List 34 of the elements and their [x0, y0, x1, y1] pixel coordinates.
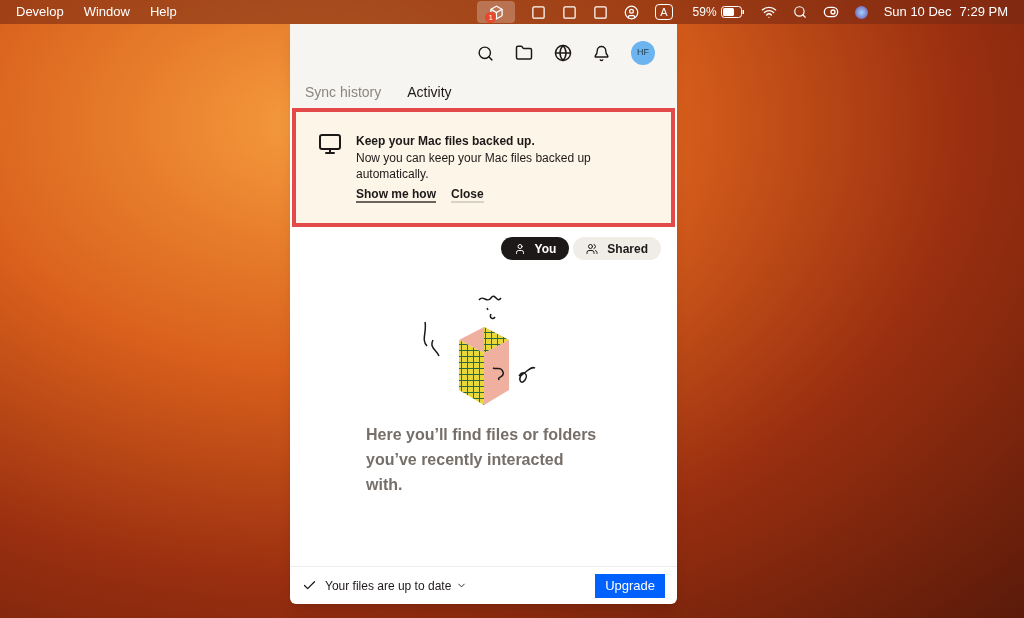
- notification-badge: 1: [485, 12, 497, 23]
- dropbox-status-icon[interactable]: 1: [477, 1, 516, 23]
- upgrade-button[interactable]: Upgrade: [595, 573, 665, 598]
- banner-body: Now you can keep your Mac files backed up automatically.: [356, 150, 592, 182]
- banner-title: Keep your Mac files backed up.: [356, 133, 536, 150]
- menu-item[interactable]: Develop: [16, 2, 64, 22]
- battery-percentage: 59%: [692, 4, 717, 21]
- siri-icon[interactable]: [854, 5, 868, 19]
- globe-icon[interactable]: [554, 44, 572, 62]
- notifications-icon[interactable]: [593, 44, 610, 62]
- filter-chip[interactable]: Shared: [573, 237, 661, 260]
- folder-icon[interactable]: [515, 44, 533, 62]
- user-avatar[interactable]: HF: [631, 41, 655, 65]
- person-icon: [513, 242, 526, 255]
- people-icon: [586, 242, 599, 255]
- input-source-indicator[interactable]: A: [655, 4, 673, 20]
- search-icon[interactable]: [792, 5, 807, 19]
- battery-icon[interactable]: [720, 6, 745, 18]
- box-icon: [488, 4, 504, 20]
- banner-link[interactable]: Close: [451, 187, 484, 203]
- menu-item[interactable]: Help: [149, 2, 177, 22]
- menu-bar-date: Sun 10 Dec: [883, 3, 952, 22]
- banner-link[interactable]: Show me how: [356, 187, 436, 203]
- menu-item[interactable]: Window: [83, 2, 130, 22]
- control-center-icon[interactable]: [822, 4, 839, 20]
- wifi-icon[interactable]: [760, 4, 777, 20]
- menu-bar-clock: 7:29 PM: [959, 3, 1008, 22]
- tab[interactable]: Activity: [407, 82, 452, 103]
- tab[interactable]: Sync history: [305, 82, 382, 103]
- search-icon[interactable]: [477, 44, 494, 62]
- sync-status-dropdown[interactable]: Your files are up to date: [325, 576, 468, 595]
- filter-chip[interactable]: You: [500, 237, 570, 260]
- user-status-icon[interactable]: [624, 4, 640, 20]
- empty-state-message: Here you’ll find files or folders you’ve recently interacted with.: [366, 425, 598, 495]
